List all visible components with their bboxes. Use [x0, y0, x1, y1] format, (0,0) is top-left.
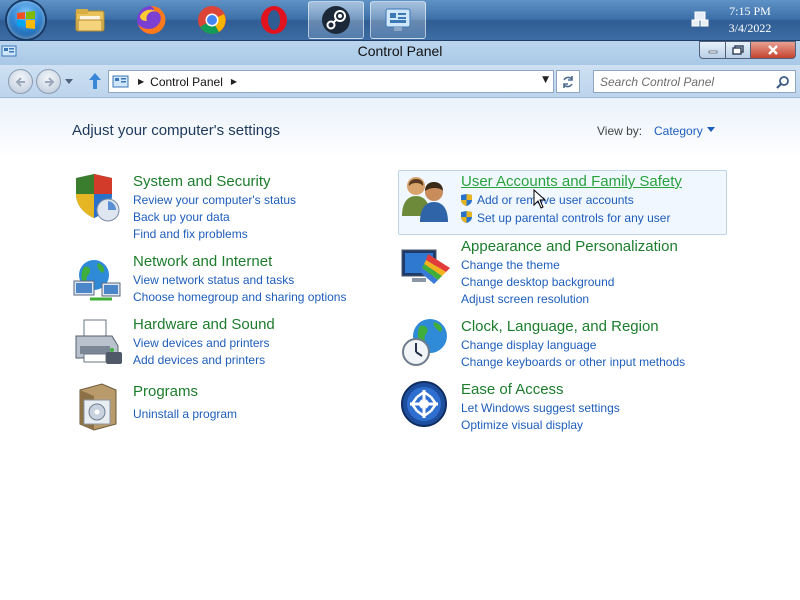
- windows-logo-icon: [17, 11, 35, 29]
- clock-date: 3/4/2022: [728, 21, 772, 35]
- forward-arrow-icon: [44, 76, 54, 87]
- taskbar-file-explorer[interactable]: [62, 1, 118, 39]
- view-by-label: View by:: [597, 124, 643, 138]
- link-adjust-screen-resolution[interactable]: Adjust screen resolution: [461, 292, 589, 306]
- link-review-status[interactable]: Review your computer's status: [133, 193, 296, 207]
- link-back-up-data[interactable]: Back up your data: [133, 210, 230, 224]
- clock-time: 7:15 PM: [729, 4, 771, 18]
- link-view-network-status[interactable]: View network status and tasks: [133, 273, 294, 287]
- breadcrumb-control-panel[interactable]: Control Panel: [150, 75, 223, 89]
- steam-icon: [322, 6, 350, 34]
- close-button[interactable]: [750, 41, 796, 59]
- category-title-appearance[interactable]: Appearance and Personalization: [461, 238, 678, 255]
- window-title: Control Panel: [357, 43, 443, 59]
- chrome-icon: [198, 6, 226, 34]
- taskbar: 7:15 PM 3/4/2022: [0, 0, 800, 41]
- uac-shield-icon: [461, 194, 472, 206]
- printer-icon: [75, 319, 122, 364]
- link-windows-suggest-settings[interactable]: Let Windows suggest settings: [461, 401, 620, 415]
- clock-globe-icon: [402, 319, 447, 366]
- close-icon: [768, 45, 778, 55]
- link-homegroup-sharing[interactable]: Choose homegroup and sharing options: [133, 290, 346, 304]
- ease-of-access-icon: [401, 381, 447, 427]
- breadcrumb-separator-icon[interactable]: ▶: [231, 77, 237, 86]
- refresh-button[interactable]: [556, 70, 580, 93]
- view-by-caret-icon[interactable]: [707, 127, 715, 132]
- title-bar[interactable]: Control Panel: [0, 41, 800, 65]
- taskbar-firefox[interactable]: [123, 1, 179, 39]
- taskbar-steam[interactable]: [308, 1, 364, 39]
- security-shield-icon: [76, 174, 120, 222]
- view-by-dropdown[interactable]: Category: [654, 124, 703, 138]
- link-add-remove-accounts[interactable]: Add or remove user accounts: [477, 193, 634, 207]
- back-button[interactable]: [8, 69, 33, 94]
- opera-icon: [261, 6, 287, 34]
- link-optimize-visual-display[interactable]: Optimize visual display: [461, 418, 583, 432]
- taskbar-chrome[interactable]: [184, 1, 240, 39]
- system-clock[interactable]: 7:15 PM 3/4/2022: [720, 3, 780, 37]
- appearance-monitor-icon: [401, 249, 450, 284]
- link-uninstall-program[interactable]: Uninstall a program: [133, 407, 237, 421]
- category-title-ease-of-access[interactable]: Ease of Access: [461, 381, 564, 398]
- link-change-keyboards[interactable]: Change keyboards or other input methods: [461, 355, 685, 369]
- link-change-theme[interactable]: Change the theme: [461, 258, 560, 272]
- search-input[interactable]: [600, 73, 770, 90]
- category-title-hardware-and-sound[interactable]: Hardware and Sound: [133, 316, 275, 333]
- search-icon[interactable]: [776, 75, 790, 89]
- users-icon: [402, 177, 448, 222]
- link-change-desktop-background[interactable]: Change desktop background: [461, 275, 614, 289]
- link-view-devices-printers[interactable]: View devices and printers: [133, 336, 270, 350]
- address-bar[interactable]: ▶ Control Panel ▶ ▼: [108, 70, 554, 93]
- search-box[interactable]: [593, 70, 796, 93]
- category-title-programs[interactable]: Programs: [133, 383, 198, 400]
- minimize-button[interactable]: [699, 41, 726, 59]
- category-title-clock-language-region[interactable]: Clock, Language, and Region: [461, 318, 659, 335]
- restore-button[interactable]: [725, 41, 751, 59]
- programs-box-icon: [79, 383, 117, 431]
- navigation-bar: ▶ Control Panel ▶ ▼: [0, 65, 800, 98]
- control-panel-icon: [385, 8, 411, 31]
- recent-pages-dropdown-icon[interactable]: [65, 79, 73, 85]
- mouse-cursor-icon: [533, 189, 547, 209]
- category-title-system-and-security[interactable]: System and Security: [133, 173, 271, 190]
- category-title-user-accounts[interactable]: User Accounts and Family Safety: [461, 173, 682, 190]
- restore-icon: [732, 45, 744, 55]
- page-heading: Adjust your computer's settings: [72, 122, 280, 139]
- minimize-icon: [708, 50, 717, 54]
- refresh-icon: [563, 75, 573, 88]
- back-arrow-icon: [15, 76, 25, 87]
- up-arrow-icon[interactable]: [88, 72, 102, 90]
- firefox-icon: [137, 5, 166, 34]
- uac-shield-icon: [461, 211, 472, 223]
- control-panel-content: Adjust your computer's settings View by:…: [0, 98, 800, 600]
- control-panel-address-icon: [112, 75, 129, 87]
- link-add-devices-printers[interactable]: Add devices and printers: [133, 353, 265, 367]
- taskbar-opera[interactable]: [246, 1, 302, 39]
- link-parental-controls[interactable]: Set up parental controls for any user: [477, 211, 670, 225]
- address-dropdown-icon[interactable]: ▼: [542, 75, 549, 85]
- link-change-display-language[interactable]: Change display language: [461, 338, 596, 352]
- network-icon[interactable]: [690, 9, 710, 29]
- network-globe-icon: [73, 260, 121, 301]
- start-button[interactable]: [7, 1, 45, 39]
- taskbar-control-panel[interactable]: [370, 1, 426, 39]
- folder-icon: [75, 9, 105, 32]
- category-title-network-and-internet[interactable]: Network and Internet: [133, 253, 272, 270]
- breadcrumb-separator-icon[interactable]: ▶: [138, 77, 144, 86]
- link-find-fix-problems[interactable]: Find and fix problems: [133, 227, 248, 241]
- forward-button[interactable]: [36, 69, 61, 94]
